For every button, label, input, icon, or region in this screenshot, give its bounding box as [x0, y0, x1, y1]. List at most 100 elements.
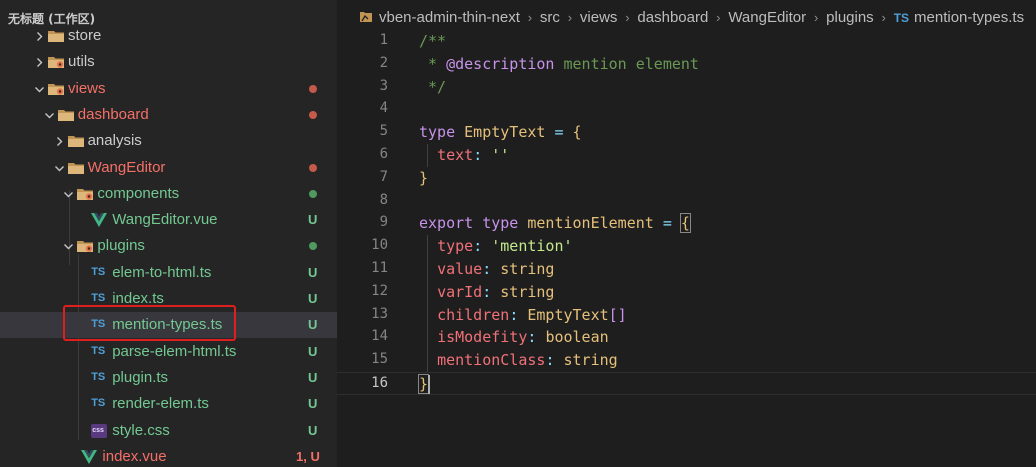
folder-icon [47, 54, 65, 70]
tree-item[interactable]: index.vue 1, U [0, 444, 337, 467]
typescript-file-icon: TS [91, 344, 106, 357]
tree-item-label: views [68, 79, 106, 97]
chevron-down-icon[interactable] [62, 181, 76, 207]
code-editor[interactable]: vben-admin-thin-next › src › views › dashboard… [337, 0, 1036, 467]
breadcrumb-item[interactable]: mention-types.ts [914, 9, 1024, 26]
text-cursor [428, 375, 430, 394]
folder-icon [76, 238, 94, 254]
tree-item[interactable]: TS parse-elem-html.ts U [0, 339, 337, 365]
code-line[interactable]: 15 mentionClass: string [337, 349, 1036, 372]
line-number: 6 [379, 146, 388, 162]
line-number: 11 [371, 260, 388, 276]
chevron-right-icon[interactable] [33, 49, 47, 75]
tree-item[interactable]: views [0, 76, 337, 102]
tree-item-label: elem-to-html.ts [112, 263, 212, 281]
breadcrumb-item[interactable]: src [540, 9, 560, 26]
chevron-right-icon: › [625, 10, 630, 25]
tree-item[interactable]: TS elem-to-html.ts U [0, 260, 337, 286]
tree-item-label: plugin.ts [112, 368, 169, 386]
line-number: 7 [379, 168, 388, 185]
chevron-down-icon[interactable] [43, 102, 57, 128]
breadcrumb-item[interactable]: WangEditor [728, 9, 806, 26]
chevron-down-icon[interactable] [62, 233, 76, 259]
tree-item[interactable]: css style.css U [0, 418, 337, 444]
tree-item[interactable]: store [0, 23, 337, 49]
code-token: : [473, 237, 492, 256]
css-file-icon: css [91, 423, 108, 438]
code-line[interactable]: 7} [337, 167, 1036, 190]
code-token: boolean [545, 328, 609, 347]
code-line[interactable]: 5 type EmptyText = { [337, 121, 1036, 144]
code-token: { [679, 213, 691, 234]
tree-item-label: utils [68, 53, 95, 71]
code-line[interactable]: 12 varId: string [337, 281, 1036, 304]
chevron-right-icon: › [567, 10, 573, 25]
code-token: mention element [554, 54, 699, 73]
git-status-badge: U [308, 291, 318, 306]
code-line[interactable]: 3 */ [337, 76, 1036, 99]
code-line[interactable]: 6 text: '' [337, 144, 1036, 167]
code-token: varId [437, 282, 483, 301]
code-line[interactable]: 1 /** [337, 30, 1036, 53]
code-line[interactable]: 8 [337, 190, 1036, 213]
chevron-right-icon[interactable] [33, 23, 47, 49]
line-number: 4 [379, 100, 388, 117]
tree-item-label: WangEditor [87, 158, 166, 176]
breadcrumb-item[interactable]: plugins [826, 9, 874, 26]
tree-item[interactable]: TS render-elem.ts U [0, 391, 337, 417]
line-number: 8 [379, 191, 388, 208]
code-line[interactable]: 4 [337, 98, 1036, 121]
tree-item-label: WangEditor.vue [112, 211, 218, 229]
code-text: type EmptyText = { [419, 123, 582, 141]
chevron-right-icon: › [881, 10, 886, 25]
code-line[interactable]: 11 value: string [337, 258, 1036, 281]
chevron-down-icon[interactable] [53, 155, 67, 181]
code-token: */ [419, 77, 447, 96]
code-token: type [419, 123, 456, 142]
code-line[interactable]: 16} [337, 372, 1036, 395]
tree-item-label: index.vue [102, 447, 167, 465]
tree-item[interactable]: utils [0, 49, 337, 75]
code-text: /** [419, 32, 446, 50]
git-status-badge: U [308, 422, 318, 438]
code-token: EmptyText [527, 305, 609, 324]
line-number: 2 [379, 54, 388, 71]
code-token: children [437, 305, 510, 324]
line-number: 14 [371, 328, 388, 345]
folder-icon [47, 81, 65, 97]
code-line[interactable]: 13 children: EmptyText[] [337, 304, 1036, 327]
code-text: text: '' [419, 146, 509, 164]
code-token: @description [446, 54, 555, 73]
folder-icon [76, 186, 94, 202]
chevron-down-icon[interactable] [33, 76, 47, 102]
code-line[interactable]: 9 export type mentionElement = { [337, 212, 1036, 235]
css-file-icon-text: css [92, 426, 104, 434]
breadcrumb-item[interactable]: dashboard [637, 9, 708, 26]
tree-item[interactable]: analysis [0, 128, 337, 154]
chevron-right-icon[interactable] [53, 128, 67, 154]
git-status-dot [309, 110, 317, 119]
tree-item[interactable]: components [0, 181, 337, 207]
code-line[interactable]: 10 type: 'mention' [337, 235, 1036, 258]
tree-item[interactable]: WangEditor [0, 155, 337, 181]
annotation-highlight-box [63, 305, 236, 341]
code-line[interactable]: 2 * @description mention element [337, 53, 1036, 76]
git-status-dot [309, 84, 317, 93]
tree-item[interactable]: TS plugin.ts U [0, 365, 337, 391]
tree-item[interactable]: WangEditor.vue U [0, 207, 337, 233]
chevron-right-icon: › [716, 10, 721, 25]
breadcrumb-item[interactable]: vben-admin-thin-next [379, 9, 520, 26]
code-line[interactable]: 14 isModefity: boolean [337, 326, 1036, 349]
git-status-badge: U [308, 343, 318, 359]
breadcrumb-item[interactable]: views [580, 9, 618, 26]
code-text: */ [419, 78, 446, 96]
code-token: '' [491, 146, 510, 164]
typescript-file-icon: TS [91, 292, 106, 304]
code-token: : [482, 260, 501, 278]
tree-item[interactable]: dashboard [0, 102, 337, 128]
tree-item[interactable]: plugins [0, 233, 337, 259]
